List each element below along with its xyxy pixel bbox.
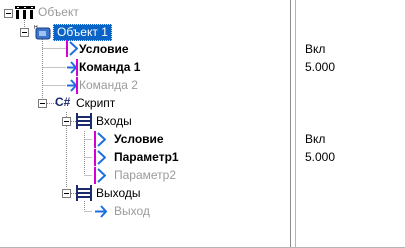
output-signal-icon: [67, 77, 78, 94]
input-signal-icon: [94, 131, 106, 148]
pane-splitter-edge: [295, 0, 296, 248]
property-value: Вкл: [305, 42, 326, 56]
pane-splitter[interactable]: [290, 0, 291, 248]
io-group-icon: [76, 113, 92, 129]
tree-node-label: Условие: [114, 132, 164, 146]
object-icon: H: [34, 25, 51, 40]
tree-node-label: Параметр2: [114, 168, 177, 182]
tree-node-label: Условие: [79, 42, 129, 56]
tree-node-label: Выходы: [96, 186, 141, 200]
tree-node-label: Параметр1: [114, 150, 179, 164]
tree-node-label: Команда 1: [79, 60, 141, 74]
property-value: 5.000: [305, 60, 336, 74]
collapse-toggle[interactable]: [62, 117, 71, 126]
tree-node-label: Объект: [38, 5, 79, 19]
output-signal-icon: [67, 59, 78, 76]
property-value: 5.000: [305, 150, 336, 164]
tree-node-label: Выход: [114, 204, 150, 218]
collapse-toggle[interactable]: [4, 9, 13, 18]
tree-node-label: Входы: [96, 114, 132, 128]
io-group-icon: [76, 185, 92, 201]
collapse-toggle[interactable]: [62, 189, 71, 198]
tree-node-label: Скрипт: [76, 96, 116, 110]
tree-node-label: Команда 2: [79, 78, 138, 92]
input-signal-icon: [94, 167, 106, 184]
collapse-toggle[interactable]: [38, 99, 47, 108]
object-group-icon: [15, 6, 35, 19]
input-signal-icon: [94, 149, 106, 166]
input-signal-icon: [66, 40, 78, 57]
csharp-script-icon: C#: [55, 95, 71, 109]
collapse-toggle[interactable]: [20, 28, 29, 37]
property-value: Вкл: [305, 132, 326, 146]
tree-node-label-selected: Объект 1: [53, 24, 112, 41]
output-signal-icon: [95, 205, 108, 218]
